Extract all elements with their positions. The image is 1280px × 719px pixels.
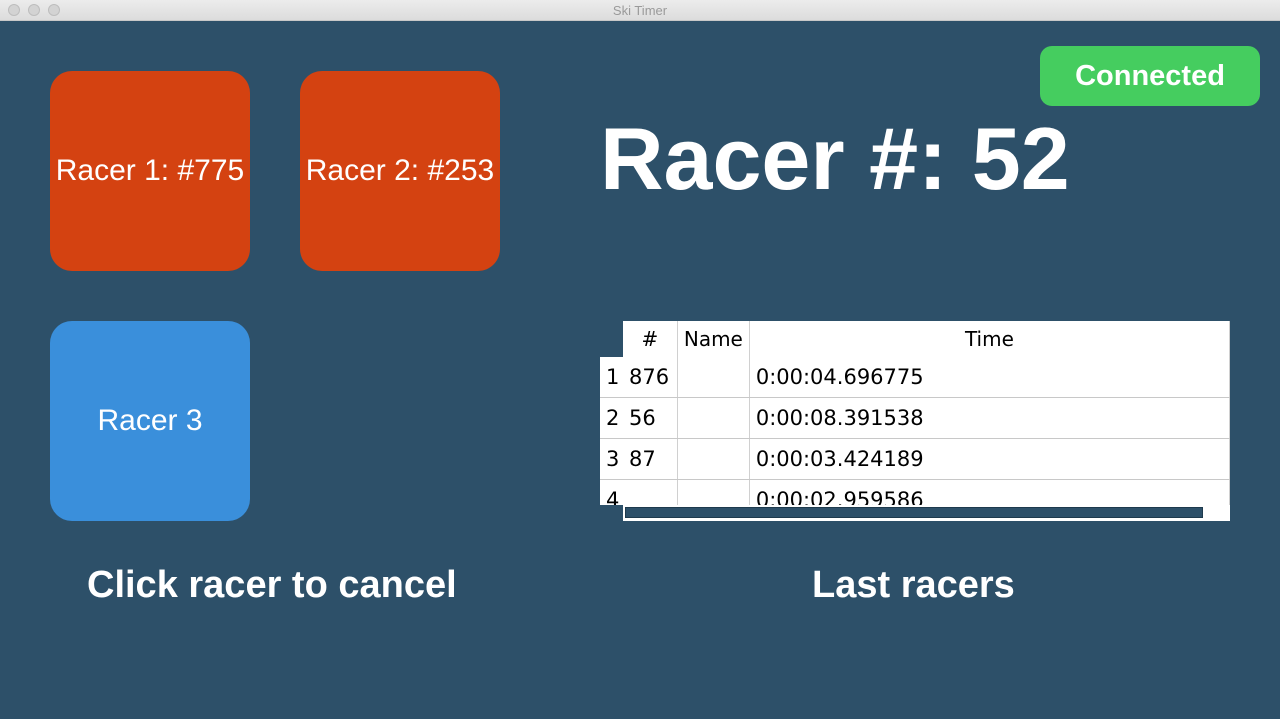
table-row[interactable]: 4 0:00:02.959586 [600, 479, 1230, 505]
racer-time-cell[interactable]: 0:00:02.959586 [749, 479, 1230, 505]
last-racers-table: # Name Time 1 876 0:00:04.696775 2 56 0:… [600, 321, 1230, 521]
title-bar: Ski Timer [0, 0, 1280, 21]
racer-1-button[interactable]: Racer 1: #775 [50, 71, 250, 271]
row-header[interactable]: 4 [600, 479, 623, 505]
horizontal-scrollbar[interactable] [623, 505, 1230, 521]
row-header[interactable]: 2 [600, 397, 623, 439]
racer-number-cell[interactable]: 876 [622, 357, 678, 398]
table-row[interactable]: 2 56 0:00:08.391538 [600, 397, 1230, 439]
scrollbar-thumb[interactable] [625, 507, 1203, 518]
table-row[interactable]: 1 876 0:00:04.696775 [600, 357, 1230, 398]
racer-name-cell[interactable] [677, 438, 750, 480]
racer-name-cell[interactable] [677, 357, 750, 398]
racer-number-cell[interactable] [622, 479, 678, 505]
racer-2-button[interactable]: Racer 2: #253 [300, 71, 500, 271]
last-racers-label: Last racers [812, 564, 1015, 606]
row-header[interactable]: 1 [600, 357, 623, 398]
window-title: Ski Timer [612, 3, 668, 18]
column-header-time[interactable]: Time [749, 321, 1230, 357]
racer-number-cell[interactable]: 56 [622, 397, 678, 439]
column-header-name[interactable]: Name [677, 321, 750, 357]
racer-name-cell[interactable] [677, 397, 750, 439]
column-header-number[interactable]: # [622, 321, 678, 357]
connection-status-badge: Connected [1040, 46, 1260, 106]
racer-name-cell[interactable] [677, 479, 750, 505]
table-row[interactable]: 3 87 0:00:03.424189 [600, 438, 1230, 480]
racer-time-cell[interactable]: 0:00:03.424189 [749, 438, 1230, 480]
racer-number-cell[interactable]: 87 [622, 438, 678, 480]
current-racer-number: Racer #: 52 [600, 109, 1070, 208]
cancel-instruction-label: Click racer to cancel [87, 564, 457, 606]
racer-time-cell[interactable]: 0:00:04.696775 [749, 357, 1230, 398]
row-header[interactable]: 3 [600, 438, 623, 480]
racer-3-button[interactable]: Racer 3 [50, 321, 250, 521]
racer-time-cell[interactable]: 0:00:08.391538 [749, 397, 1230, 439]
table-corner [600, 321, 623, 357]
